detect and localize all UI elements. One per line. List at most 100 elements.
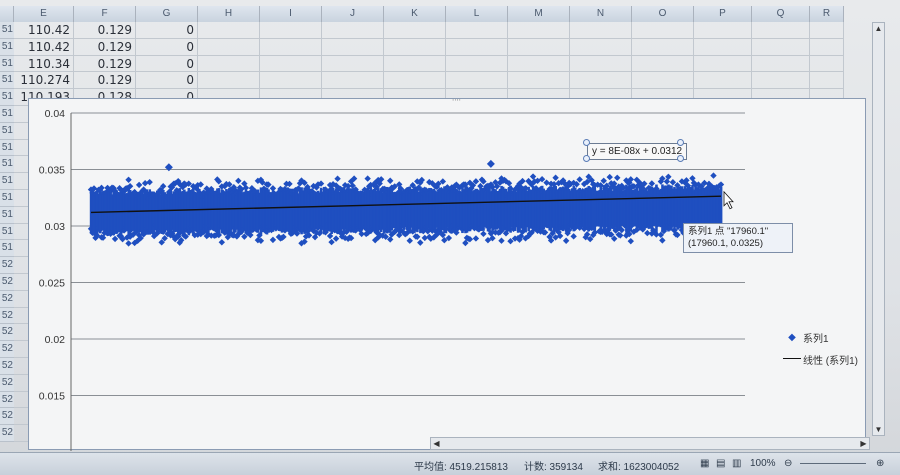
outlier-point[interactable] xyxy=(164,163,173,172)
cell[interactable]: 110.34 xyxy=(14,55,74,73)
data-point[interactable] xyxy=(570,233,577,240)
cell[interactable]: 0 xyxy=(136,72,198,90)
column-header-e[interactable]: E xyxy=(14,6,74,22)
select-all-corner[interactable] xyxy=(0,6,14,22)
row-header[interactable]: 52 xyxy=(0,357,14,375)
data-point[interactable] xyxy=(472,235,480,242)
data-point[interactable] xyxy=(606,173,613,181)
data-point[interactable] xyxy=(406,237,413,244)
data-point[interactable] xyxy=(332,235,340,242)
data-point[interactable] xyxy=(269,236,277,244)
data-point[interactable] xyxy=(552,174,559,181)
cell[interactable] xyxy=(322,72,384,90)
cell[interactable] xyxy=(198,38,260,56)
cell[interactable] xyxy=(694,72,752,90)
row-header[interactable]: 52 xyxy=(0,341,14,358)
row-header[interactable]: 52 xyxy=(0,257,14,274)
cell[interactable] xyxy=(752,38,810,56)
label-resize-handle[interactable] xyxy=(677,155,684,162)
zoom-slider[interactable] xyxy=(800,463,866,464)
data-point[interactable] xyxy=(135,181,143,189)
cell[interactable] xyxy=(198,22,260,39)
data-point[interactable] xyxy=(659,237,666,244)
cell[interactable]: 0 xyxy=(136,55,198,73)
scatter-chart[interactable]: 0.04 0.035 0.03 0.025 0.02 0.015 y = 8E-08x +… xyxy=(28,98,866,451)
cell[interactable] xyxy=(384,22,446,39)
row-header[interactable]: 52 xyxy=(0,290,14,308)
cell[interactable]: 110.42 xyxy=(14,22,74,39)
column-header-p[interactable]: P xyxy=(694,6,752,22)
column-header-g[interactable]: G xyxy=(136,6,198,22)
cell[interactable] xyxy=(446,72,508,90)
cell[interactable] xyxy=(260,38,322,56)
cell[interactable] xyxy=(384,38,446,56)
row-header[interactable]: 52 xyxy=(0,307,14,325)
row-header[interactable]: 52 xyxy=(0,324,14,342)
cell[interactable] xyxy=(198,72,260,90)
column-header-h[interactable]: H xyxy=(198,6,260,22)
cell[interactable] xyxy=(810,55,844,73)
row-header[interactable]: 51 xyxy=(0,240,14,258)
column-header-k[interactable]: K xyxy=(384,6,446,22)
cell[interactable] xyxy=(694,55,752,73)
column-header-q[interactable]: Q xyxy=(752,6,810,22)
cell[interactable]: 0 xyxy=(136,22,198,39)
column-header-r[interactable]: R xyxy=(810,6,844,22)
cell[interactable]: 0.129 xyxy=(74,55,136,73)
horizontal-scrollbar[interactable]: ◀ ▶ xyxy=(430,437,870,450)
data-point[interactable] xyxy=(141,180,149,187)
data-point[interactable] xyxy=(387,177,394,184)
cell[interactable] xyxy=(810,38,844,56)
row-header[interactable]: 52 xyxy=(0,408,14,426)
cell[interactable] xyxy=(752,72,810,90)
cell[interactable] xyxy=(260,22,322,39)
cell[interactable] xyxy=(632,22,694,39)
row-header[interactable]: 51 xyxy=(0,55,14,73)
row-header[interactable]: 52 xyxy=(0,374,14,392)
row-header[interactable]: 51 xyxy=(0,22,14,39)
cell[interactable]: 110.274 xyxy=(14,72,74,90)
row-header[interactable]: 52 xyxy=(0,425,14,442)
cell[interactable] xyxy=(446,55,508,73)
data-point[interactable] xyxy=(417,239,424,246)
cell[interactable] xyxy=(260,72,322,90)
page-layout-view-icon[interactable]: ▤ xyxy=(716,458,725,469)
scroll-up-icon[interactable]: ▲ xyxy=(873,23,884,34)
normal-view-icon[interactable]: ▦ xyxy=(700,458,709,469)
column-header-m[interactable]: M xyxy=(508,6,570,22)
data-point[interactable] xyxy=(480,230,487,238)
cell[interactable] xyxy=(198,55,260,73)
data-point[interactable] xyxy=(235,177,242,185)
data-point[interactable] xyxy=(543,179,550,186)
cell[interactable] xyxy=(322,38,384,56)
data-point[interactable] xyxy=(334,175,341,182)
cell[interactable] xyxy=(260,55,322,73)
cell[interactable] xyxy=(752,22,810,39)
data-point[interactable] xyxy=(218,239,226,246)
row-header[interactable]: 51 xyxy=(0,189,14,207)
column-header-f[interactable]: F xyxy=(74,6,136,22)
data-point[interactable] xyxy=(146,178,153,186)
scroll-down-icon[interactable]: ▼ xyxy=(873,424,884,435)
data-point[interactable] xyxy=(364,175,371,182)
cell[interactable] xyxy=(570,38,632,56)
column-header-j[interactable]: J xyxy=(322,6,384,22)
cell[interactable] xyxy=(632,38,694,56)
column-header-o[interactable]: O xyxy=(632,6,694,22)
data-point[interactable] xyxy=(576,176,583,183)
cell[interactable] xyxy=(446,22,508,39)
cell[interactable] xyxy=(632,55,694,73)
cell[interactable]: 110.42 xyxy=(14,38,74,56)
data-point[interactable] xyxy=(328,238,335,246)
data-point[interactable] xyxy=(498,237,505,244)
data-point[interactable] xyxy=(665,173,672,180)
vertical-scrollbar[interactable]: ▲ ▼ xyxy=(872,22,885,436)
data-point[interactable] xyxy=(710,172,717,179)
cell[interactable] xyxy=(322,22,384,39)
row-header[interactable]: 51 xyxy=(0,223,14,241)
label-resize-handle[interactable] xyxy=(583,155,590,162)
cell[interactable] xyxy=(632,72,694,90)
zoom-out-icon[interactable]: ⊖ xyxy=(784,458,792,469)
cell[interactable] xyxy=(384,72,446,90)
chart-resize-grip[interactable]: ∙∙∙∙ xyxy=(452,95,461,104)
